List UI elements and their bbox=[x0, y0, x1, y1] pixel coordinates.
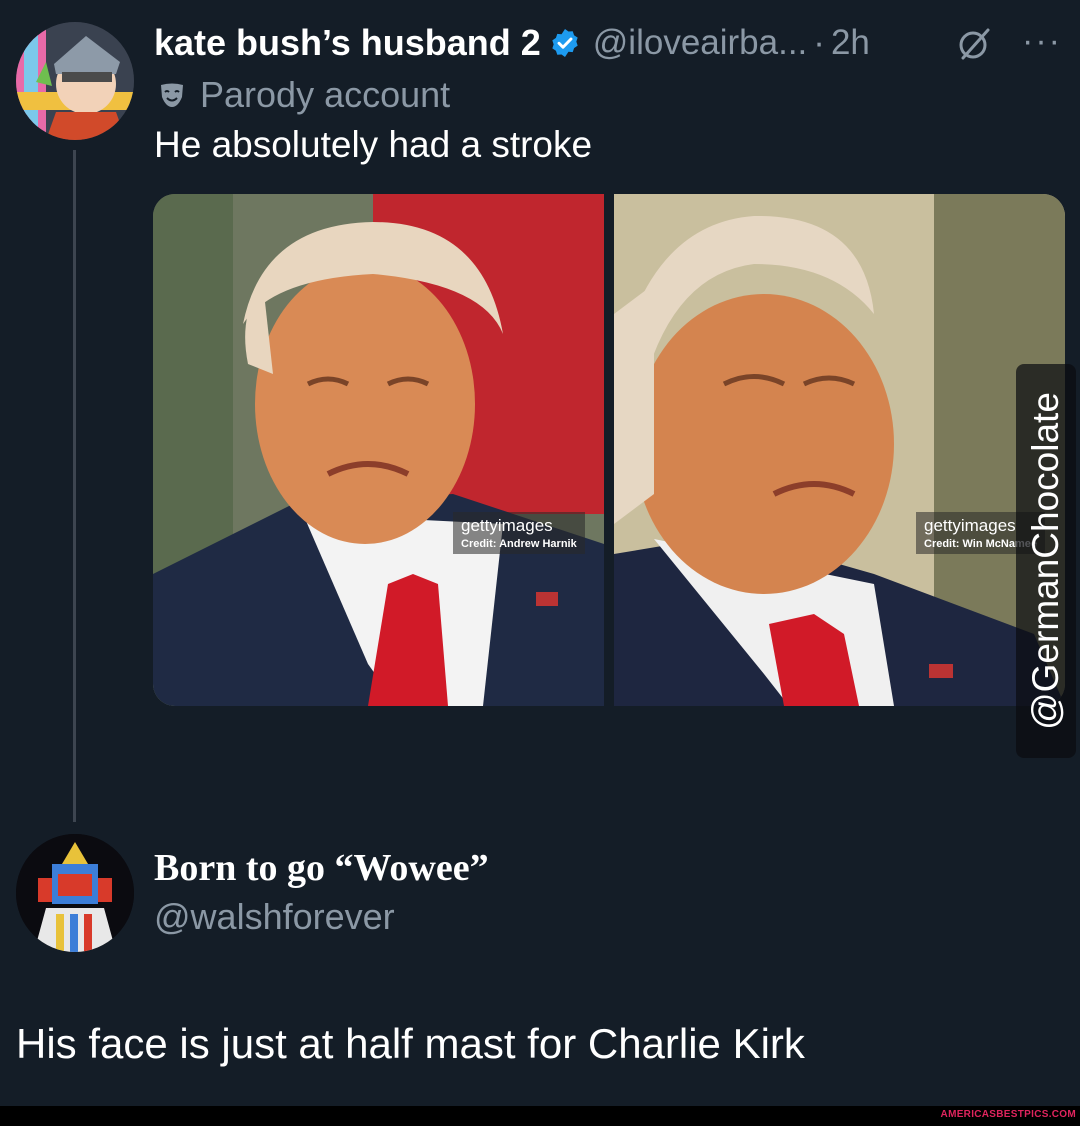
getty-brand-light: images bbox=[497, 516, 553, 535]
photo-left-image bbox=[153, 194, 604, 706]
avatar-image bbox=[16, 22, 134, 140]
reply-display-name[interactable]: Born to go “Wowee” bbox=[154, 846, 489, 890]
mask-icon bbox=[161, 83, 183, 107]
getty-watermark-left: gettyimages Credit: Andrew Harnik bbox=[453, 512, 585, 554]
getty-brand-light: images bbox=[960, 516, 1016, 535]
reply-avatar[interactable] bbox=[16, 834, 134, 952]
verified-badge-icon bbox=[549, 27, 581, 59]
reply-handle[interactable]: @walshforever bbox=[154, 896, 395, 938]
reply-text: His face is just at half mast for Charli… bbox=[16, 1020, 805, 1067]
getty-brand-bold: getty bbox=[924, 516, 961, 535]
separator: · bbox=[813, 23, 825, 62]
footer-bar: AMERICASBESTPICS.COM bbox=[0, 1106, 1080, 1126]
media-grid[interactable]: gettyimages Credit: Andrew Harnik gettyi… bbox=[153, 194, 1065, 706]
timestamp[interactable]: 2h bbox=[831, 23, 870, 63]
more-options-icon[interactable]: ··· bbox=[1022, 22, 1062, 61]
photo-left[interactable]: gettyimages Credit: Andrew Harnik bbox=[153, 194, 604, 706]
footer-site-watermark: AMERICASBESTPICS.COM bbox=[940, 1109, 1076, 1120]
parody-text: Parody account bbox=[200, 74, 451, 115]
side-credit-text: @GermanChocolate bbox=[1025, 392, 1067, 730]
grok-icon[interactable] bbox=[955, 24, 995, 64]
tweet-text: He absolutely had a stroke bbox=[154, 124, 593, 165]
photo-right[interactable]: gettyimages Credit: Win McNamee bbox=[614, 194, 1065, 706]
avatar[interactable] bbox=[16, 22, 134, 140]
reply-avatar-image bbox=[16, 834, 134, 952]
display-name[interactable]: kate bush’s husband 2 bbox=[154, 22, 541, 64]
handle[interactable]: @iloveairba... bbox=[593, 23, 808, 63]
getty-brand-bold: getty bbox=[461, 516, 498, 535]
photo-right-image bbox=[614, 194, 1065, 706]
side-credit-overlay: @GermanChocolate bbox=[1016, 364, 1076, 758]
tweet-header: kate bush’s husband 2 @iloveairba... · 2… bbox=[154, 18, 870, 68]
thread-line bbox=[73, 150, 76, 822]
parody-label: Parody account bbox=[158, 72, 450, 118]
photo-credit-left: Credit: Andrew Harnik bbox=[461, 538, 577, 550]
